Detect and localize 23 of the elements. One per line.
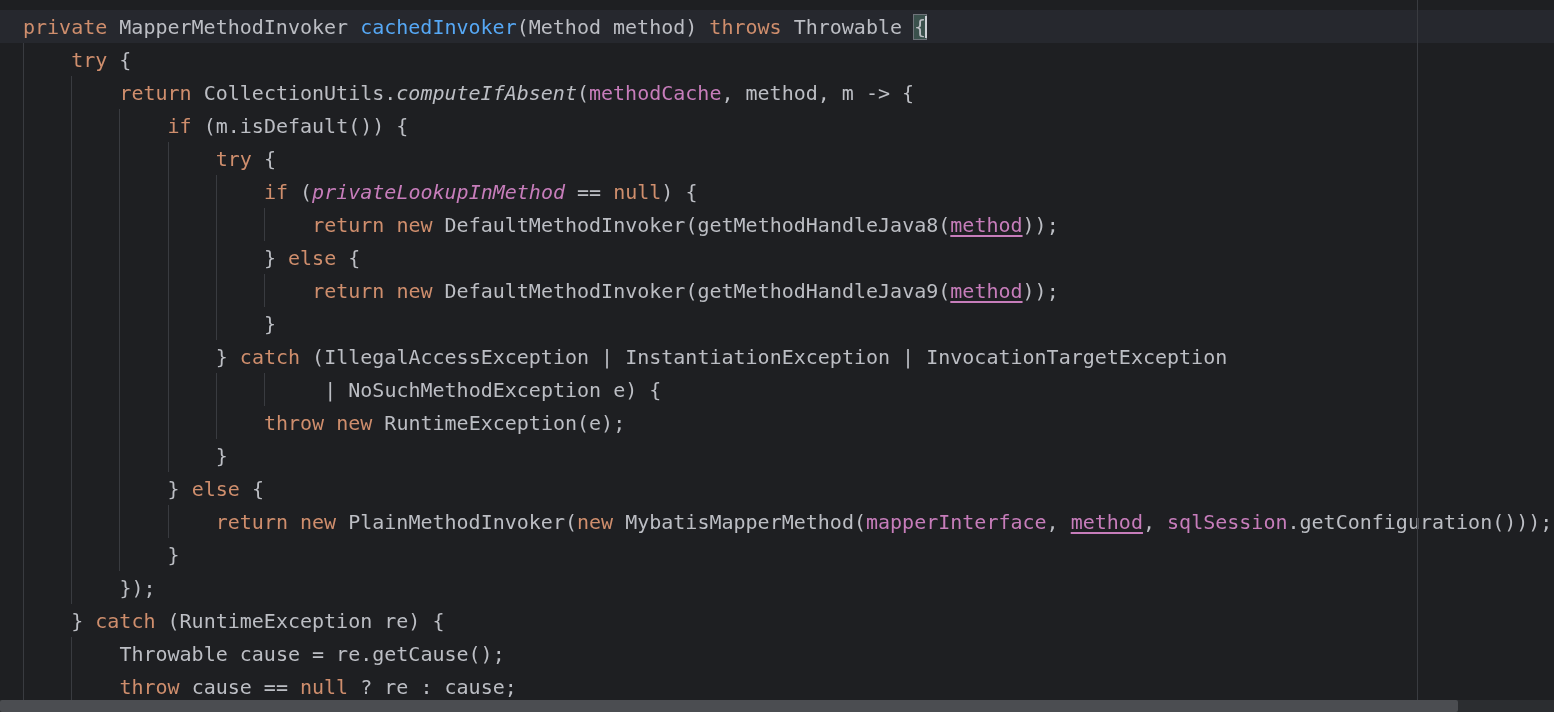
code-line: if (privateLookupInMethod == null) { xyxy=(263,179,698,204)
code-line: } catch (IllegalAccessException | InstantiationException | InvocationTargetException xyxy=(215,344,1228,369)
code-line: throw cause == null ? re : cause; xyxy=(119,674,517,699)
code-line: } xyxy=(263,311,276,336)
code-line: }); xyxy=(119,575,156,600)
code-line: } xyxy=(215,443,228,468)
code-line: try { xyxy=(71,47,132,72)
code-line: private MapperMethodInvoker cachedInvoker(Method method) throws Throwable { xyxy=(23,14,927,39)
code-line: | NoSuchMethodException e) { xyxy=(323,377,662,402)
code-line: Throwable cause = re.getCause(); xyxy=(119,641,505,666)
code-line: } catch (RuntimeException re) { xyxy=(71,608,445,633)
code-line: } else { xyxy=(167,476,264,501)
code-line: try { xyxy=(215,146,276,171)
code-line: } else { xyxy=(263,245,361,270)
code-line: throw new RuntimeException(e); xyxy=(263,410,626,435)
text-cursor xyxy=(925,15,928,38)
code-line: return new DefaultMethodInvoker(getMethodHandleJava9(method)); xyxy=(312,278,1059,303)
code-line: return new DefaultMethodInvoker(getMethodHandleJava8(method)); xyxy=(312,212,1059,237)
scrollbar-thumb[interactable] xyxy=(0,700,1458,712)
code-line: return CollectionUtils.computeIfAbsent(methodCache, method, m -> { xyxy=(119,80,915,105)
code-line: if (m.isDefault()) { xyxy=(167,113,409,138)
code-line: return new PlainMethodInvoker(new MybatisMapperMethod(mapperInterface, method, sqlSession.getConfiguration())); xyxy=(215,509,1553,534)
code-line: } xyxy=(167,542,180,567)
